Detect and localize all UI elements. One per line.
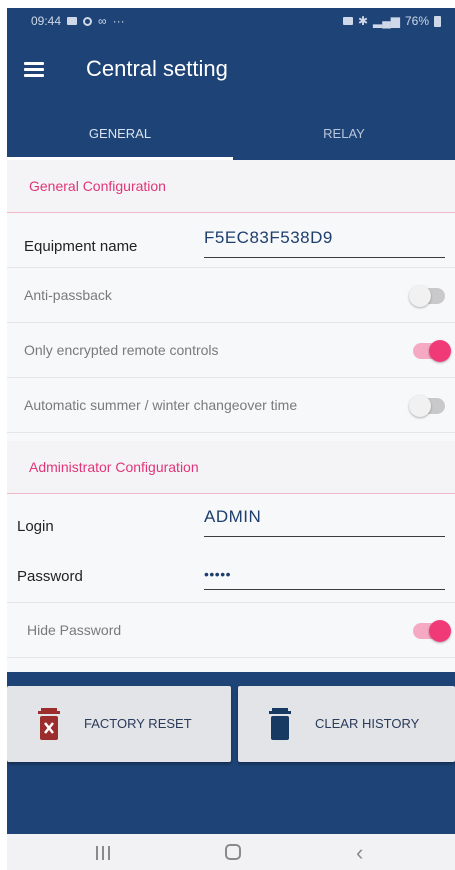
auto-changeover-switch[interactable] bbox=[409, 395, 445, 417]
login-label: Login bbox=[17, 518, 54, 535]
anti-passback-row: Anti-passback bbox=[7, 268, 455, 323]
tab-general[interactable]: GENERAL bbox=[7, 108, 233, 160]
hide-password-row: Hide Password bbox=[7, 603, 455, 658]
hamburger-menu-icon[interactable] bbox=[24, 62, 44, 78]
sync-icon bbox=[83, 16, 93, 26]
signal-icon: ▂▄▆ bbox=[373, 14, 400, 28]
clear-history-label: CLEAR HISTORY bbox=[315, 716, 420, 731]
status-bar: 09:44 ∞ ··· ✱ ▂▄▆ 76% bbox=[7, 8, 455, 36]
system-nav-bar: ‹ bbox=[7, 834, 455, 870]
recent-apps-icon[interactable] bbox=[96, 846, 110, 860]
factory-reset-button[interactable]: FACTORY RESET bbox=[7, 686, 231, 762]
home-icon[interactable] bbox=[225, 844, 241, 860]
equipment-name-row: Equipment name F5EC83F538D9 bbox=[7, 213, 455, 268]
password-row: Password ••••• bbox=[7, 548, 455, 603]
encrypted-remotes-label: Only encrypted remote controls bbox=[24, 342, 219, 358]
phone-screen: 09:44 ∞ ··· ✱ ▂▄▆ 76% Central setting GE… bbox=[7, 8, 455, 870]
switch-knob bbox=[409, 285, 431, 307]
factory-reset-label: FACTORY RESET bbox=[84, 716, 192, 731]
status-right: ✱ ▂▄▆ 76% bbox=[342, 14, 441, 28]
encrypted-remotes-switch[interactable] bbox=[413, 340, 451, 362]
clear-history-button[interactable]: CLEAR HISTORY bbox=[238, 686, 455, 762]
general-config-header: General Configuration bbox=[7, 160, 455, 213]
tab-bar: GENERAL RELAY bbox=[7, 108, 455, 160]
voicemail-icon: ∞ bbox=[98, 14, 107, 28]
password-field[interactable]: ••••• bbox=[204, 560, 445, 590]
password-label: Password bbox=[17, 568, 83, 585]
encrypted-remotes-row: Only encrypted remote controls bbox=[7, 323, 455, 378]
anti-passback-label: Anti-passback bbox=[24, 287, 112, 303]
anti-passback-switch[interactable] bbox=[409, 285, 445, 307]
trash-x-icon bbox=[38, 708, 60, 740]
switch-knob bbox=[429, 340, 451, 362]
login-field[interactable]: ADMIN bbox=[204, 507, 445, 537]
battery-icon bbox=[434, 15, 441, 27]
general-config-title: General Configuration bbox=[29, 178, 166, 194]
bluetooth-icon: ✱ bbox=[357, 14, 368, 28]
admin-config-title: Administrator Configuration bbox=[29, 459, 199, 475]
hide-password-label: Hide Password bbox=[27, 622, 122, 638]
equipment-name-field[interactable]: F5EC83F538D9 bbox=[204, 228, 445, 258]
tab-relay[interactable]: RELAY bbox=[233, 108, 455, 160]
alarm-icon bbox=[342, 17, 353, 25]
login-row: Login ADMIN bbox=[7, 494, 455, 548]
mail-icon bbox=[67, 17, 78, 25]
admin-config-header: Administrator Configuration bbox=[7, 441, 455, 494]
auto-changeover-label: Automatic summer / winter changeover tim… bbox=[24, 397, 298, 413]
switch-knob bbox=[409, 395, 431, 417]
more-notifications-icon: ··· bbox=[112, 14, 125, 28]
app-bar: Central setting bbox=[7, 36, 455, 108]
battery-percent: 76% bbox=[404, 14, 429, 28]
auto-changeover-row: Automatic summer / winter changeover tim… bbox=[7, 378, 455, 433]
equipment-name-label: Equipment name bbox=[24, 238, 138, 255]
trash-icon bbox=[269, 708, 291, 740]
actions-panel: FACTORY RESET CLEAR HISTORY bbox=[7, 672, 455, 834]
switch-knob bbox=[429, 620, 451, 642]
hide-password-switch[interactable] bbox=[413, 620, 451, 642]
page-title: Central setting bbox=[86, 56, 228, 81]
status-left: 09:44 ∞ ··· bbox=[31, 14, 125, 28]
back-icon[interactable]: ‹ bbox=[356, 840, 363, 866]
status-time: 09:44 bbox=[31, 14, 62, 28]
